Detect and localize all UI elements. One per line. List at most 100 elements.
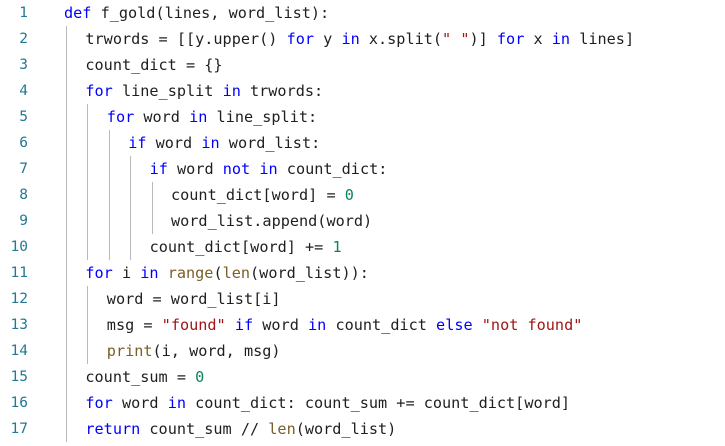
code-token: y xyxy=(314,30,342,48)
code-line[interactable]: 1 def f_gold(lines, word_list): xyxy=(0,0,725,26)
code-token: in xyxy=(167,394,186,412)
line-number: 6 xyxy=(19,135,28,151)
line-number: 8 xyxy=(19,187,28,203)
code-line[interactable]: 14 print(i, word, msg) xyxy=(0,338,725,364)
line-number: 11 xyxy=(10,265,28,281)
code-token: def xyxy=(64,4,92,22)
code-token: 0 xyxy=(195,368,205,386)
code-token: x.split( xyxy=(359,30,443,48)
code-token: count_dict[word] += xyxy=(149,238,333,256)
code-text: word = word_list[i] xyxy=(107,286,281,312)
code-token: 1 xyxy=(332,238,342,256)
code-token: word_list.append(word) xyxy=(171,212,373,230)
code-text: return count_sum // len(word_list) xyxy=(85,416,396,442)
line-number: 16 xyxy=(10,395,28,411)
code-token: (word_list)): xyxy=(250,264,369,282)
code-line[interactable]: 8 count_dict[word] = 0 xyxy=(0,182,725,208)
code-token: in xyxy=(222,82,241,100)
code-token: word xyxy=(167,160,223,178)
code-token: word xyxy=(134,108,190,126)
code-token: word xyxy=(146,134,202,152)
code-token: i xyxy=(112,264,141,282)
code-text: word_list.append(word) xyxy=(171,208,372,234)
code-text: count_sum = 0 xyxy=(85,364,204,390)
code-text: if word in word_list: xyxy=(128,130,320,156)
code-token: (word_list) xyxy=(295,420,397,438)
line-number: 17 xyxy=(10,421,28,437)
code-token: "found" xyxy=(161,316,226,334)
code-token: trwords: xyxy=(240,82,324,100)
code-token: count_dict xyxy=(326,316,437,334)
code-token: for xyxy=(85,82,113,100)
code-line[interactable]: 10 count_dict[word] += 1 xyxy=(0,234,725,260)
code-text: msg = "found" if word in count_dict else… xyxy=(107,312,583,338)
code-token: line_split xyxy=(112,82,223,100)
code-line[interactable]: 15 count_sum = 0 xyxy=(0,364,725,390)
code-line[interactable]: 13 msg = "found" if word in count_dict el… xyxy=(0,312,725,338)
code-text: count_dict[word] += 1 xyxy=(150,234,342,260)
code-token: " " xyxy=(442,30,470,48)
line-number: 2 xyxy=(19,31,28,47)
code-token: word_list: xyxy=(219,134,321,152)
code-token: in xyxy=(201,134,220,152)
code-line[interactable]: 6 if word in word_list: xyxy=(0,130,725,156)
line-number: 13 xyxy=(10,317,28,333)
code-token: if xyxy=(234,316,254,334)
code-token: for xyxy=(85,264,113,282)
code-line[interactable]: 9 word_list.append(word) xyxy=(0,208,725,234)
code-text: trwords = [[y.upper() for y in x.split("… xyxy=(85,26,634,52)
code-token: x xyxy=(524,30,552,48)
code-token: for xyxy=(286,30,314,48)
code-token: word xyxy=(253,316,309,334)
code-token: in xyxy=(308,316,327,334)
code-token: range xyxy=(167,264,214,282)
code-token: msg = xyxy=(106,316,162,334)
code-text: if word not in count_dict: xyxy=(150,156,388,182)
code-token: for xyxy=(496,30,525,48)
code-line[interactable]: 11 for i in range(len(word_list)): xyxy=(0,260,725,286)
code-text: for word in count_dict: count_sum += cou… xyxy=(85,390,570,416)
code-line[interactable]: 7 if word not in count_dict: xyxy=(0,156,725,182)
code-line[interactable]: 3 count_dict = {} xyxy=(0,52,725,78)
line-number: 15 xyxy=(10,369,28,385)
code-text: count_dict[word] = 0 xyxy=(171,182,354,208)
code-token: for xyxy=(85,394,113,412)
line-number: 1 xyxy=(19,5,28,21)
code-token: count_dict: xyxy=(277,160,388,178)
code-token: word xyxy=(112,394,168,412)
code-line[interactable]: 16 for word in count_dict: count_sum += c… xyxy=(0,390,725,416)
code-token: trwords = [[y.upper() xyxy=(85,30,287,48)
code-token: )] xyxy=(469,30,497,48)
code-editor[interactable]: 1 def f_gold(lines, word_list): 2 trwords =… xyxy=(0,0,725,446)
code-line[interactable]: 4 for line_split in trwords: xyxy=(0,78,725,104)
line-number: 4 xyxy=(19,83,28,99)
code-token: ( xyxy=(213,264,223,282)
code-token: len xyxy=(222,264,251,282)
code-line[interactable]: 12 word = word_list[i] xyxy=(0,286,725,312)
code-token: for xyxy=(106,108,135,126)
code-token: else xyxy=(436,316,473,334)
code-token: word = word_list[i] xyxy=(106,290,281,308)
line-number: 12 xyxy=(10,291,28,307)
code-token: len xyxy=(268,420,296,438)
code-line[interactable]: 2 trwords = [[y.upper() for y in x.split(… xyxy=(0,26,725,52)
code-line[interactable]: 17 return count_sum // len(word_list) xyxy=(0,416,725,442)
code-token: "not found" xyxy=(481,316,583,334)
code-token: in xyxy=(189,108,208,126)
code-line[interactable]: 5 for word in line_split: xyxy=(0,104,725,130)
line-number: 7 xyxy=(19,161,28,177)
code-token: 0 xyxy=(344,186,354,204)
code-token: count_sum = xyxy=(85,368,196,386)
code-token: print xyxy=(106,342,153,360)
code-token: in xyxy=(341,30,360,48)
code-text: for i in range(len(word_list)): xyxy=(85,260,369,286)
code-text: print(i, word, msg) xyxy=(107,338,281,364)
code-token: count_dict[word] = xyxy=(171,186,345,204)
code-text: for line_split in trwords: xyxy=(85,78,323,104)
code-text: for word in line_split: xyxy=(107,104,317,130)
code-token: in xyxy=(259,160,278,178)
